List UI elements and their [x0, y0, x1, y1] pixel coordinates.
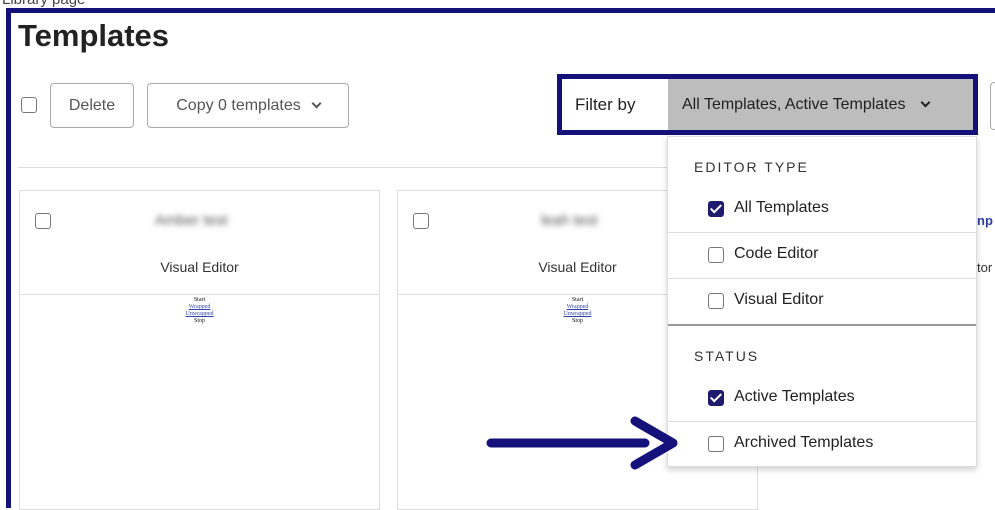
option-code-editor[interactable]: Code Editor — [668, 232, 976, 278]
template-name[interactable]: leah test — [541, 212, 598, 229]
template-name[interactable]: Amber test — [155, 212, 228, 229]
offscreen-button[interactable] — [990, 82, 995, 130]
card-header-divider — [20, 294, 379, 295]
chevron-down-icon — [311, 98, 322, 109]
option-archived-templates[interactable]: Archived Templates — [668, 421, 976, 467]
filter-label: Filter by — [575, 95, 636, 114]
preview-line: Stop — [193, 318, 205, 324]
option-all-templates[interactable]: All Templates — [668, 186, 976, 232]
screenshot-frame: Library page Templates Delete Copy 0 tem… — [0, 0, 995, 510]
option-label: Code Editor — [734, 245, 819, 262]
filter-dropdown-menu: EDITOR TYPE All Templates Code Editor Vi… — [667, 136, 977, 467]
checkbox-unchecked[interactable] — [708, 293, 724, 309]
card3-name-fragment: np — [977, 213, 993, 228]
toolbar-divider — [18, 167, 668, 168]
delete-button-label: Delete — [68, 96, 116, 114]
copy-templates-label: Copy 0 templates — [176, 96, 301, 114]
section-status: STATUS — [694, 348, 760, 364]
filter-bar: Filter by All Templates, Active Template… — [557, 74, 978, 135]
checkbox-unchecked[interactable] — [708, 436, 724, 452]
template-card[interactable]: Amber test Visual Editor Start Wrapped U… — [19, 190, 380, 510]
option-visual-editor[interactable]: Visual Editor — [668, 278, 976, 324]
filter-select[interactable]: All Templates, Active Templates — [668, 79, 973, 130]
select-all-checkbox[interactable] — [21, 97, 37, 113]
preview-link: Wrapped — [188, 304, 211, 310]
template-preview: Start Wrapped Unwrapped Stop — [20, 297, 379, 325]
card-select-checkbox[interactable] — [413, 213, 429, 229]
template-editor-type: Visual Editor — [160, 259, 239, 275]
option-label: Visual Editor — [734, 291, 824, 308]
annotation-arrow-icon — [486, 416, 678, 470]
checkbox-checked[interactable] — [708, 390, 724, 406]
page-title: Templates — [18, 18, 170, 53]
page-caption: Library page — [2, 0, 85, 8]
card-select-checkbox[interactable] — [35, 213, 51, 229]
option-label: All Templates — [734, 199, 829, 216]
option-active-templates[interactable]: Active Templates — [668, 375, 976, 421]
filter-selected-value: All Templates, Active Templates — [682, 95, 906, 113]
preview-line: Start — [193, 297, 206, 303]
copy-templates-button[interactable]: Copy 0 templates — [147, 83, 349, 128]
section-divider — [668, 324, 976, 326]
preview-link: Unwrapped — [185, 311, 214, 317]
option-label: Active Templates — [734, 388, 855, 405]
section-editor-type: EDITOR TYPE — [694, 159, 809, 175]
chevron-down-icon — [920, 97, 930, 108]
option-label: Archived Templates — [734, 434, 874, 451]
checkbox-checked[interactable] — [708, 201, 724, 217]
card3-editor-fragment: tor — [977, 260, 993, 275]
checkbox-unchecked[interactable] — [708, 247, 724, 263]
delete-button[interactable]: Delete — [50, 83, 134, 128]
